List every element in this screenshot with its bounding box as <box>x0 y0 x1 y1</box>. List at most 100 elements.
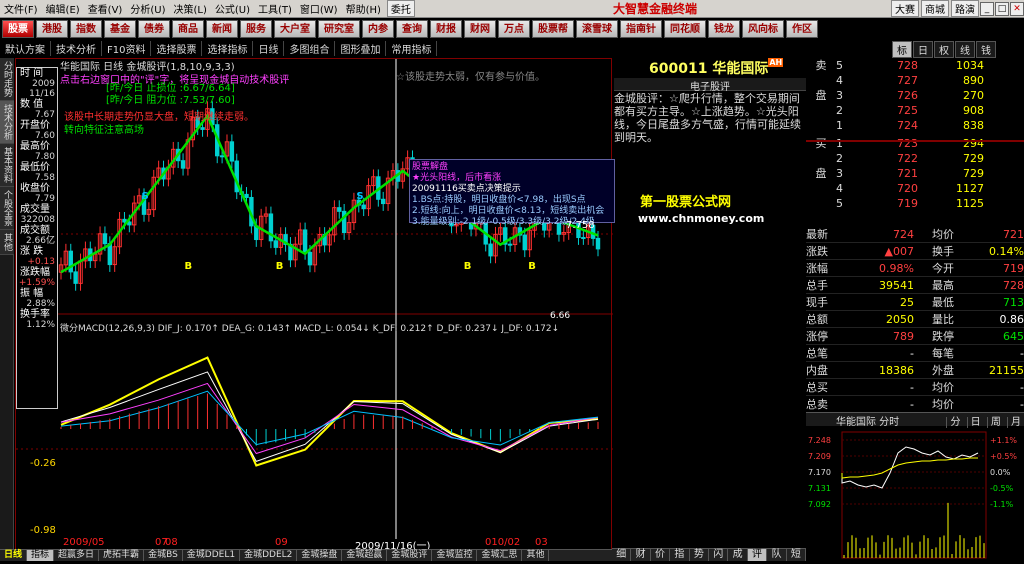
nav-fund[interactable]: 基金 <box>104 20 136 38</box>
nav-wandian[interactable]: 万点 <box>498 20 530 38</box>
bottom-tab-6[interactable]: 金城DDEL2 <box>240 550 298 561</box>
bottom-tab-2[interactable]: 超赢多日 <box>54 550 100 561</box>
toolbar-multi-chart[interactable]: 多图组合 <box>284 41 336 56</box>
bs-marker: B <box>464 261 472 272</box>
bottom-tab-indicator[interactable]: 指标 <box>27 550 55 561</box>
menu-decision[interactable]: 决策(L) <box>169 1 210 16</box>
nav-query[interactable]: 查询 <box>396 20 428 38</box>
rtab-5[interactable]: 闪 <box>709 549 729 561</box>
toolbar-tech-analysis[interactable]: 技术分析 <box>51 41 102 56</box>
rtab-8[interactable]: 队 <box>767 549 787 561</box>
toolbar-daily[interactable]: 日线 <box>253 41 285 56</box>
popup-title: 股票解盘 <box>412 162 449 172</box>
left-tab-intraday[interactable]: 分时走势 <box>0 58 14 101</box>
nav-bond[interactable]: 债券 <box>138 20 170 38</box>
buy-volume: 1127 <box>956 182 984 195</box>
left-tab-tech[interactable]: 技术分析 <box>0 101 14 144</box>
nav-hk[interactable]: 港股 <box>36 20 68 38</box>
menu-edit[interactable]: 编辑(E) <box>42 1 84 16</box>
menu-analysis[interactable]: 分析(U) <box>126 1 169 16</box>
bottom-tab-12[interactable]: 其他 <box>522 550 550 561</box>
rtab-6[interactable]: 成 <box>728 549 748 561</box>
toolbar-select-indicator[interactable]: 选择指标 <box>202 41 254 56</box>
tab-money[interactable]: 钱 <box>976 41 996 58</box>
toolbar-overlay[interactable]: 图形叠加 <box>335 41 387 56</box>
nav-service[interactable]: 服务 <box>240 20 272 38</box>
stock-header: 600011 华能国际AH <box>614 58 806 77</box>
nav-stocks[interactable]: 股票 <box>2 20 34 38</box>
toolbar-default-scheme[interactable]: 默认方案 <box>0 41 51 56</box>
stat-key: 内盘 <box>806 364 828 377</box>
nav-insider[interactable]: 内参 <box>362 20 394 38</box>
mini-tab-day[interactable]: 日 <box>966 417 984 428</box>
tab-rights[interactable]: 权 <box>934 41 954 58</box>
left-tab-panorama[interactable]: 个股全景 <box>0 187 14 230</box>
maximize-icon[interactable]: □ <box>995 1 1009 16</box>
toolbar-f10[interactable]: F10资料 <box>102 41 152 56</box>
tab-mark[interactable]: 标 <box>892 41 912 58</box>
tab-line[interactable]: 线 <box>955 41 975 58</box>
trend-note: 该股中长期走势仍显大盘，短期继续走弱。 转向特征注意高场 <box>64 111 254 137</box>
bottom-tab-8[interactable]: 金城超赢 <box>342 550 388 561</box>
contest-button[interactable]: 大赛 <box>891 0 919 17</box>
mini-tab-min[interactable]: 分 <box>946 417 964 428</box>
nav-finance[interactable]: 财网 <box>464 20 496 38</box>
bottom-tab-11[interactable]: 金城汇思 <box>477 550 523 561</box>
commentary-text: 金城股评：☆爬升行情，整个交易期间都有买方主导。☆上涨趋势。☆光头阳线，今日尾盘… <box>614 92 801 144</box>
rtab-0[interactable]: 细 <box>612 549 632 561</box>
intraday-mini-chart[interactable]: 7.248 +1.1% 7.209 +0.5% 7.170 0.0% 7.131 -0.5% 7… <box>806 428 1024 561</box>
menu-formula[interactable]: 公式(U) <box>211 1 254 16</box>
toolbar-select-stock[interactable]: 选择股票 <box>151 41 203 56</box>
close-icon[interactable]: ✕ <box>1010 1 1024 16</box>
rtab-2[interactable]: 价 <box>651 549 671 561</box>
bs-marker: S <box>356 191 363 202</box>
mall-button[interactable]: 商城 <box>921 0 949 17</box>
bottom-tab-10[interactable]: 金城监控 <box>432 550 478 561</box>
nav-research[interactable]: 研究室 <box>318 20 360 38</box>
bottom-tab-5[interactable]: 金城DDEL1 <box>183 550 241 561</box>
mini-tab-week[interactable]: 周 <box>986 417 1004 428</box>
rtab-4[interactable]: 势 <box>690 549 710 561</box>
nav-compass[interactable]: 指南针 <box>620 20 662 38</box>
bottom-tab-7[interactable]: 金城操盘 <box>297 550 343 561</box>
nav-workspace[interactable]: 作区 <box>786 20 818 38</box>
menu-view[interactable]: 查看(V) <box>84 1 127 16</box>
mini-left-tick: 7.131 <box>808 484 831 493</box>
nav-snowball[interactable]: 滚雪球 <box>576 20 618 38</box>
roadshow-button[interactable]: 路演 <box>951 0 979 17</box>
bottom-tab-9[interactable]: 金城股评 <box>387 550 433 561</box>
minimize-icon[interactable]: _ <box>980 1 994 16</box>
sell-side-label: 卖 <box>815 59 827 72</box>
menu-file[interactable]: 文件(F) <box>0 1 42 16</box>
stat-value-2: 21155 <box>989 364 1024 377</box>
bottom-tab-4[interactable]: 金城BS <box>144 550 183 561</box>
nav-ths[interactable]: 同花顺 <box>664 20 706 38</box>
rtab-9[interactable]: 短 <box>787 549 807 561</box>
nav-report[interactable]: 财报 <box>430 20 462 38</box>
sell-row: 卖 5 728 1034 <box>806 58 1024 73</box>
rtab-1[interactable]: 财 <box>631 549 651 561</box>
left-tab-other[interactable]: 其他 <box>0 230 14 255</box>
order-button[interactable]: 委托 <box>386 0 415 17</box>
nav-vip[interactable]: 大户室 <box>274 20 316 38</box>
rtab-7[interactable]: 评 <box>747 549 768 561</box>
menu-tools[interactable]: 工具(T) <box>254 1 296 16</box>
stat-key: 总额 <box>806 313 828 326</box>
rtab-3[interactable]: 指 <box>670 549 690 561</box>
menu-window[interactable]: 窗口(W) <box>296 1 342 16</box>
sell-level: 4 <box>836 74 843 87</box>
toolbar-common-indicators[interactable]: 常用指标 <box>386 41 438 56</box>
bottom-tab-daily[interactable]: 日线 <box>0 550 28 561</box>
buy-row: 5 719 1125 <box>806 196 1024 211</box>
mini-tab-month[interactable]: 月 <box>1007 417 1024 428</box>
nav-stockhelp[interactable]: 股票帮 <box>532 20 574 38</box>
nav-index[interactable]: 指数 <box>70 20 102 38</box>
nav-windvane[interactable]: 风向标 <box>742 20 784 38</box>
menu-help[interactable]: 帮助(H) <box>342 1 385 16</box>
nav-commodity[interactable]: 商品 <box>172 20 204 38</box>
tab-day[interactable]: 日 <box>913 41 933 58</box>
bottom-tab-3[interactable]: 虎拓丰霸 <box>99 550 145 561</box>
nav-news[interactable]: 新闻 <box>206 20 238 38</box>
nav-qianlong[interactable]: 钱龙 <box>708 20 740 38</box>
left-tab-basic[interactable]: 基本资料 <box>0 144 14 187</box>
